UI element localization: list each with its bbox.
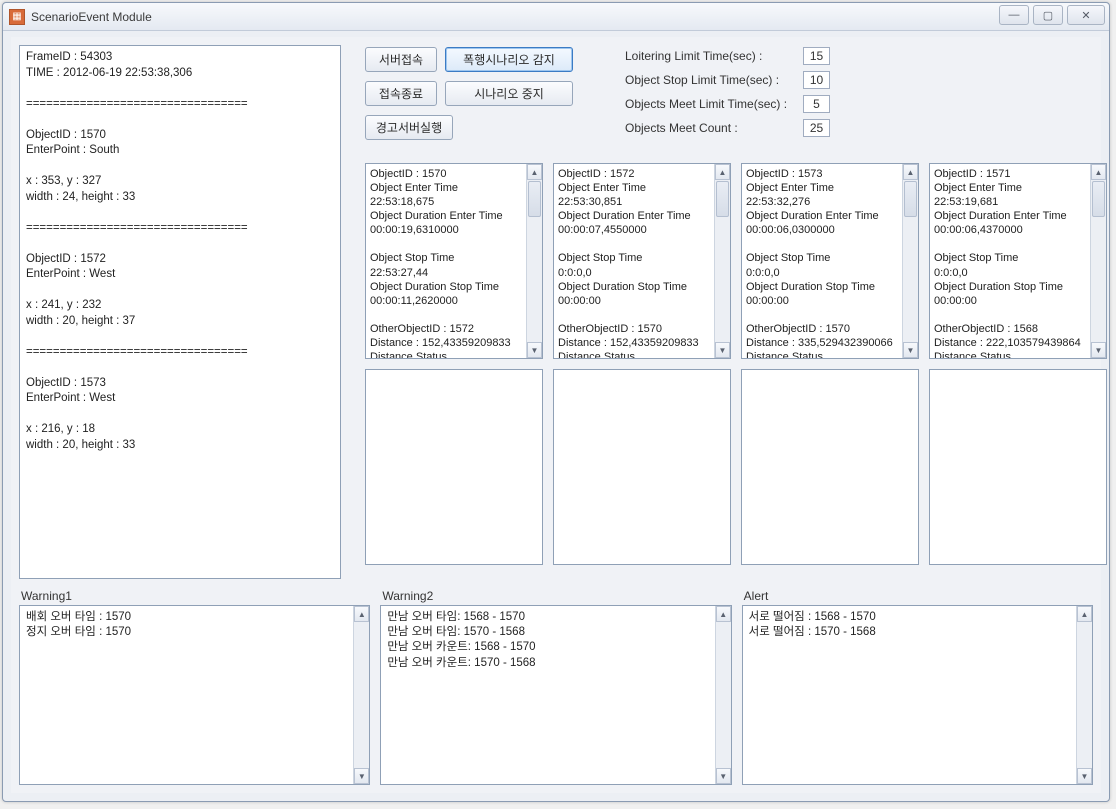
scroll-down-icon[interactable]: ▼ [716,768,731,784]
object-panel-5[interactable] [365,369,543,565]
stop-limit-input[interactable]: 10 [803,71,830,89]
bottom-panels: Warning1 배회 오버 타임 : 1570 정지 오버 타임 : 1570… [19,589,1093,785]
scroll-thumb[interactable] [904,181,917,217]
titlebar[interactable]: ▦ ScenarioEvent Module — ▢ ✕ [3,3,1109,31]
app-window: ▦ ScenarioEvent Module — ▢ ✕ FrameID : 5… [2,2,1110,802]
meet-count-input[interactable]: 25 [803,119,830,137]
scroll-track[interactable] [1091,180,1106,342]
alert-column: Alert 서로 떨어짐 : 1568 - 1570 서로 떨어짐 : 1570… [742,589,1093,785]
warning1-label: Warning1 [19,589,370,603]
minimize-button[interactable]: — [999,5,1029,25]
scroll-up-icon[interactable]: ▲ [1077,606,1092,622]
scroll-up-icon[interactable]: ▲ [716,606,731,622]
warning2-column: Warning2 만남 오버 타임: 1568 - 1570 만남 오버 타임:… [380,589,731,785]
loitering-limit-row: Loitering Limit Time(sec) : 15 [625,47,830,65]
scroll-up-icon[interactable]: ▲ [354,606,369,622]
scrollbar[interactable]: ▲ ▼ [1076,606,1092,784]
stop-limit-row: Object Stop Limit Time(sec) : 10 [625,71,830,89]
object-panel-text: ObjectID : 1573 Object Enter Time 22:53:… [742,164,902,359]
scroll-up-icon[interactable]: ▲ [715,164,730,180]
scroll-up-icon[interactable]: ▲ [1091,164,1106,180]
server-connect-button[interactable]: 서버접속 [365,47,437,72]
warning2-label: Warning2 [380,589,731,603]
frame-log-panel[interactable]: FrameID : 54303 TIME : 2012-06-19 22:53:… [19,45,341,579]
scroll-track[interactable] [354,622,369,768]
limit-fields: Loitering Limit Time(sec) : 15 Object St… [625,47,830,143]
scroll-track[interactable] [715,180,730,342]
scroll-down-icon[interactable]: ▼ [1091,342,1106,358]
scroll-thumb[interactable] [1092,181,1105,217]
maximize-button[interactable]: ▢ [1033,5,1063,25]
scrollbar[interactable]: ▲ ▼ [526,164,542,358]
meet-time-row: Objects Meet Limit Time(sec) : 5 [625,95,830,113]
scroll-thumb[interactable] [716,181,729,217]
scroll-down-icon[interactable]: ▼ [715,342,730,358]
button-row-2: 접속종료 시나리오 중지 [365,81,573,106]
object-panel-text [366,370,526,376]
alert-panel[interactable]: 서로 떨어짐 : 1568 - 1570 서로 떨어짐 : 1570 - 156… [742,605,1093,785]
object-panel-text [930,370,1090,376]
warning2-panel[interactable]: 만남 오버 타임: 1568 - 1570 만남 오버 타임: 1570 - 1… [380,605,731,785]
scroll-down-icon[interactable]: ▼ [527,342,542,358]
object-panel-text: ObjectID : 1572 Object Enter Time 22:53:… [554,164,714,359]
object-panel-2[interactable]: ObjectID : 1572 Object Enter Time 22:53:… [553,163,731,359]
loitering-limit-label: Loitering Limit Time(sec) : [625,49,803,63]
stop-limit-label: Object Stop Limit Time(sec) : [625,73,803,87]
window-title: ScenarioEvent Module [31,10,152,24]
warning1-text: 배회 오버 타임 : 1570 정지 오버 타임 : 1570 [20,606,353,644]
stop-scenario-button[interactable]: 시나리오 중지 [445,81,573,106]
warning1-panel[interactable]: 배회 오버 타임 : 1570 정지 오버 타임 : 1570 ▲ ▼ [19,605,370,785]
meet-time-input[interactable]: 5 [803,95,830,113]
button-row-3: 경고서버실행 [365,115,453,140]
warning1-column: Warning1 배회 오버 타임 : 1570 정지 오버 타임 : 1570… [19,589,370,785]
client-area: FrameID : 54303 TIME : 2012-06-19 22:53:… [11,37,1101,793]
object-panel-7[interactable] [741,369,919,565]
scroll-down-icon[interactable]: ▼ [903,342,918,358]
object-panel-text: ObjectID : 1571 Object Enter Time 22:53:… [930,164,1090,359]
detect-scenario-button[interactable]: 폭행시나리오 감지 [445,47,573,72]
button-row-1: 서버접속 폭행시나리오 감지 [365,47,573,72]
scrollbar[interactable]: ▲ ▼ [902,164,918,358]
object-panel-text [742,370,902,376]
scroll-down-icon[interactable]: ▼ [354,768,369,784]
connect-end-button[interactable]: 접속종료 [365,81,437,106]
close-button[interactable]: ✕ [1067,5,1105,25]
object-panel-4[interactable]: ObjectID : 1571 Object Enter Time 22:53:… [929,163,1107,359]
scrollbar[interactable]: ▲ ▼ [1090,164,1106,358]
object-panel-8[interactable] [929,369,1107,565]
object-grid: ObjectID : 1570 Object Enter Time 22:53:… [365,163,1107,565]
meet-count-label: Objects Meet Count : [625,121,803,135]
scroll-track[interactable] [527,180,542,342]
scrollbar[interactable]: ▲ ▼ [715,606,731,784]
scroll-track[interactable] [716,622,731,768]
app-icon: ▦ [9,9,25,25]
scroll-track[interactable] [1077,622,1092,768]
scroll-up-icon[interactable]: ▲ [903,164,918,180]
object-panel-1[interactable]: ObjectID : 1570 Object Enter Time 22:53:… [365,163,543,359]
scroll-track[interactable] [903,180,918,342]
scroll-up-icon[interactable]: ▲ [527,164,542,180]
object-panel-3[interactable]: ObjectID : 1573 Object Enter Time 22:53:… [741,163,919,359]
object-panel-text: ObjectID : 1570 Object Enter Time 22:53:… [366,164,526,359]
meet-count-row: Objects Meet Count : 25 [625,119,830,137]
object-panel-6[interactable] [553,369,731,565]
frame-log-text: FrameID : 54303 TIME : 2012-06-19 22:53:… [20,46,340,457]
alert-label: Alert [742,589,1093,603]
alert-text: 서로 떨어짐 : 1568 - 1570 서로 떨어짐 : 1570 - 156… [743,606,1076,644]
scrollbar[interactable]: ▲ ▼ [714,164,730,358]
meet-time-label: Objects Meet Limit Time(sec) : [625,97,803,111]
scrollbar[interactable]: ▲ ▼ [353,606,369,784]
scroll-thumb[interactable] [528,181,541,217]
warning-server-button[interactable]: 경고서버실행 [365,115,453,140]
object-panel-text [554,370,714,376]
window-controls: — ▢ ✕ [999,5,1105,25]
warning2-text: 만남 오버 타임: 1568 - 1570 만남 오버 타임: 1570 - 1… [381,606,714,675]
loitering-limit-input[interactable]: 15 [803,47,830,65]
scroll-down-icon[interactable]: ▼ [1077,768,1092,784]
